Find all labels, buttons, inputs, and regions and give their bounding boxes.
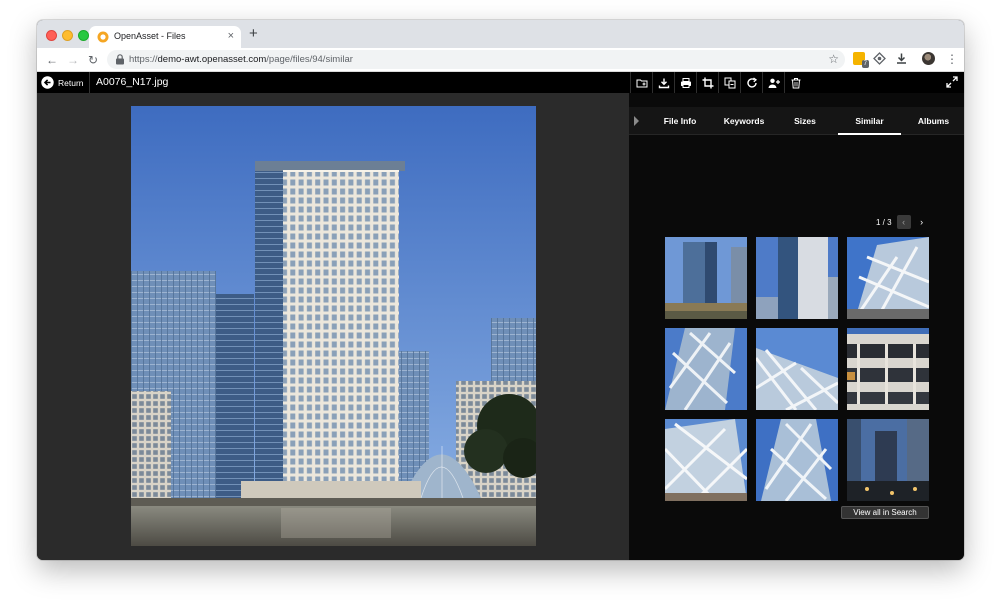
profile-avatar[interactable] [922, 52, 935, 65]
maximize-window-button[interactable] [78, 30, 89, 41]
view-all-in-search-button[interactable]: View all in Search [841, 506, 929, 519]
extension-notes-icon[interactable]: 7 [853, 52, 869, 68]
prev-page-button[interactable]: ‹ [896, 215, 911, 229]
header-divider [89, 72, 90, 93]
image-stage [37, 93, 629, 560]
reload-button[interactable]: ↻ [88, 52, 98, 68]
similar-thumbnail[interactable] [847, 328, 929, 410]
address-bar[interactable]: https://demo-awt.openasset.com/page/file… [107, 50, 845, 69]
openasset-favicon-icon [97, 31, 109, 43]
downloads-icon[interactable] [895, 52, 908, 65]
page-indicator: 1 / 3 [876, 217, 892, 227]
browser-menu-icon[interactable]: ⋮ [946, 51, 958, 67]
convert-button[interactable] [718, 72, 740, 93]
lock-icon [116, 54, 124, 65]
folder-add-icon [636, 79, 647, 87]
url-path: /page/files/94/similar [266, 54, 353, 65]
main-photo-canvas [131, 106, 536, 546]
arrow-left-circle-icon [41, 76, 54, 89]
url-scheme: https:// [129, 54, 158, 65]
panel-tabs: File Info Keywords Sizes Similar Albums [629, 107, 964, 135]
bookmark-star-icon[interactable]: ☆ [828, 51, 839, 67]
extension-diamond-icon[interactable] [873, 52, 886, 65]
fullscreen-expand-icon[interactable] [946, 76, 958, 88]
crop-button[interactable] [696, 72, 718, 93]
tab-similar[interactable]: Similar [838, 107, 901, 135]
add-user-icon [768, 78, 780, 88]
similar-thumbnail[interactable] [756, 419, 838, 501]
delete-button[interactable] [784, 72, 806, 93]
return-label: Return [58, 77, 84, 88]
tab-sizes[interactable]: Sizes [777, 107, 833, 135]
file-toolbar [630, 72, 806, 93]
browser-toolbar: ← → ↻ https://demo-awt.openasset.com/pag… [37, 48, 964, 72]
return-button[interactable]: Return [41, 75, 84, 90]
main-photo[interactable] [131, 106, 536, 546]
app-header: Return A0076_N17.jpg [37, 72, 964, 93]
browser-tab[interactable]: OpenAsset - Files × [89, 26, 241, 48]
similar-thumbnail[interactable] [847, 419, 929, 501]
forward-button[interactable]: → [67, 52, 79, 68]
url-host: demo-awt.openasset.com [157, 54, 267, 65]
download-button[interactable] [652, 72, 674, 93]
tab-strip: OpenAsset - Files × + [37, 20, 964, 48]
convert-icon [724, 77, 735, 88]
tab-albums[interactable]: Albums [903, 107, 964, 135]
print-button[interactable] [674, 72, 696, 93]
similar-thumbnail[interactable] [665, 419, 747, 501]
similar-thumbnail[interactable] [847, 237, 929, 319]
tab-close-icon[interactable]: × [228, 29, 234, 43]
print-icon [680, 77, 691, 88]
new-tab-button[interactable]: + [249, 26, 258, 42]
similar-thumbnail[interactable] [756, 237, 838, 319]
similar-pagination: 1 / 3 ‹ › [876, 215, 929, 229]
crop-icon [702, 77, 713, 88]
tab-file-info[interactable]: File Info [649, 107, 711, 135]
similar-grid [665, 237, 929, 501]
share-user-button[interactable] [762, 72, 784, 93]
file-name: A0076_N17.jpg [96, 76, 169, 88]
rotate-icon [746, 76, 757, 88]
extension-badge: 7 [861, 60, 869, 68]
add-to-folder-button[interactable] [630, 72, 652, 93]
back-button[interactable]: ← [46, 52, 58, 68]
browser-window: OpenAsset - Files × + ← → ↻ https://demo… [37, 20, 964, 560]
tab-title: OpenAsset - Files [114, 31, 186, 41]
collapse-panel-icon[interactable] [634, 116, 639, 126]
next-page-button[interactable]: › [915, 215, 929, 229]
details-panel: File Info Keywords Sizes Similar Albums … [629, 93, 964, 560]
download-icon [658, 78, 669, 88]
close-window-button[interactable] [46, 30, 57, 41]
similar-thumbnail[interactable] [665, 237, 747, 319]
trash-icon [791, 77, 800, 88]
rotate-button[interactable] [740, 72, 762, 93]
similar-thumbnail[interactable] [665, 328, 747, 410]
similar-thumbnail[interactable] [756, 328, 838, 410]
url-text[interactable]: https://demo-awt.openasset.com/page/file… [129, 54, 353, 65]
tab-keywords[interactable]: Keywords [714, 107, 774, 135]
minimize-window-button[interactable] [62, 30, 73, 41]
